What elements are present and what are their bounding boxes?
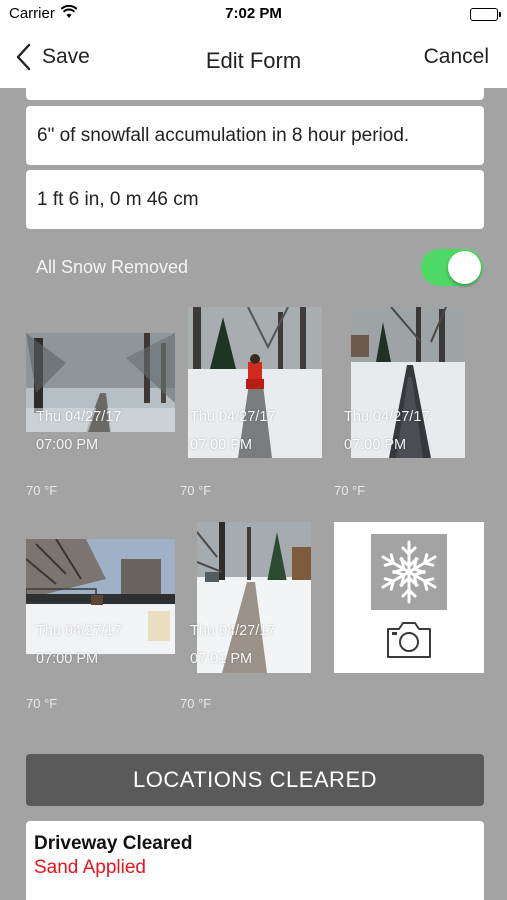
add-photo-tile[interactable] xyxy=(334,522,484,673)
photo-temperature: 70 °F xyxy=(26,696,58,711)
snowblower-photo xyxy=(188,307,322,458)
snowflake-icon xyxy=(371,534,447,610)
battery-icon xyxy=(470,8,501,21)
toggle-knob xyxy=(448,251,481,284)
cancel-button[interactable]: Cancel xyxy=(424,45,489,69)
photo-time: 07:00 PM xyxy=(36,437,99,453)
snow-removed-label: All Snow Removed xyxy=(36,257,189,277)
snow-removed-toggle[interactable] xyxy=(421,249,483,286)
camera-icon[interactable] xyxy=(385,620,433,660)
photo-time: 07:00 PM xyxy=(190,437,253,453)
snow-removed-row: All Snow Removed xyxy=(36,246,483,286)
location-subtitle: Sand Applied xyxy=(34,857,146,878)
photo-date: Thu 04/27/17 xyxy=(190,409,276,425)
photo-date: Thu 04/27/17 xyxy=(190,623,276,639)
photo-thumbnail[interactable] xyxy=(188,307,322,458)
previous-field-card[interactable] xyxy=(26,88,484,100)
photo-temperature: 70 °F xyxy=(334,483,366,498)
photo-date: Thu 04/27/17 xyxy=(36,623,122,639)
status-bar: Carrier 7:02 PM xyxy=(0,0,507,28)
photo-thumbnail[interactable] xyxy=(351,307,465,458)
photo-date: Thu 04/27/17 xyxy=(344,409,430,425)
location-title: Driveway Cleared xyxy=(34,833,193,854)
photo-time: 07:01 PM xyxy=(190,651,253,667)
snowfall-description-field[interactable]: 6" of snowfall accumulation in 8 hour pe… xyxy=(26,106,484,165)
photo-temperature: 70 °F xyxy=(26,483,58,498)
snow-depth-field[interactable]: 1 ft 6 in, 0 m 46 cm xyxy=(26,170,484,229)
photo-temperature: 70 °F xyxy=(180,483,212,498)
locations-cleared-header: LOCATIONS CLEARED xyxy=(26,754,484,806)
status-time: 7:02 PM xyxy=(225,5,282,22)
location-item[interactable]: Driveway Cleared Sand Applied xyxy=(26,821,484,900)
photo-time: 07:00 PM xyxy=(344,437,407,453)
photo-date: Thu 04/27/17 xyxy=(36,409,122,425)
photo-time: 07:00 PM xyxy=(36,651,99,667)
form-scroll-area[interactable]: 6" of snowfall accumulation in 8 hour pe… xyxy=(0,88,507,900)
sidewalk-photo xyxy=(351,307,465,458)
navigation-bar: Save Edit Form Cancel xyxy=(0,28,507,88)
photo-temperature: 70 °F xyxy=(180,696,212,711)
